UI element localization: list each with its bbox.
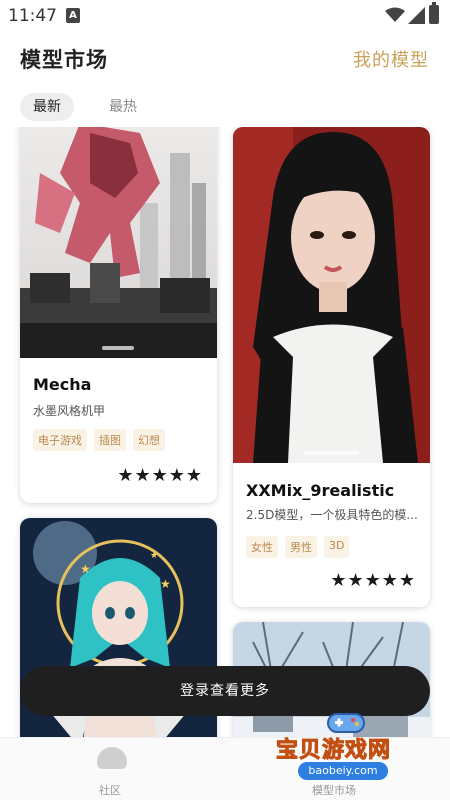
tab-hot[interactable]: 最热	[96, 93, 150, 121]
tag: 幻想	[133, 429, 165, 451]
image-indicator	[102, 346, 134, 350]
card-image	[233, 127, 430, 463]
my-models-button[interactable]: 我的模型	[353, 46, 429, 72]
image-indicator	[303, 451, 359, 455]
battery-icon	[429, 2, 439, 24]
model-name: Mecha	[33, 375, 92, 394]
watermark-logo: 宝贝游戏网 baobeiy.com	[275, 706, 416, 786]
card-image	[20, 127, 217, 358]
watermark-url: baobeiy.com	[298, 762, 388, 780]
tag: 男性	[285, 536, 317, 558]
notification-icon: A	[66, 8, 80, 23]
status-bar: 11:47 A	[0, 0, 450, 32]
page-title: 模型市场	[20, 48, 108, 72]
model-card-xxmix[interactable]: XXMix_9realistic 2.5D模型，一个极具特色的模... 女性 男…	[233, 127, 430, 607]
community-icon[interactable]	[97, 747, 127, 769]
screen: 11:47 A 模型市场 我的模型 最新 最热 Mecha 水墨风格机甲 电子游…	[0, 0, 450, 800]
rating-stars: ★★★★★	[330, 570, 416, 591]
mecha-image	[20, 127, 217, 358]
model-card-mecha[interactable]: Mecha 水墨风格机甲 电子游戏 插图 幻想 ★★★★★	[20, 127, 217, 503]
model-description: 2.5D模型，一个极具特色的模...	[246, 508, 418, 522]
svg-text:★: ★	[150, 551, 158, 561]
model-tags: 女性 男性 3D	[246, 536, 350, 558]
tag: 电子游戏	[33, 429, 87, 451]
rating-stars: ★★★★★	[117, 465, 203, 486]
model-name: XXMix_9realistic	[246, 481, 395, 500]
model-tags: 电子游戏 插图 幻想	[33, 429, 165, 451]
tab-latest[interactable]: 最新	[20, 93, 74, 121]
svg-text:★: ★	[160, 577, 171, 591]
model-description: 水墨风格机甲	[33, 404, 106, 418]
tag: 女性	[246, 536, 278, 558]
portrait-image	[233, 127, 430, 463]
svg-text:★: ★	[80, 562, 91, 576]
tag: 3D	[324, 536, 350, 558]
wifi-icon	[385, 7, 405, 22]
model-feed[interactable]: Mecha 水墨风格机甲 电子游戏 插图 幻想 ★★★★★ XXMix_9rea…	[0, 127, 450, 737]
tag: 插图	[94, 429, 126, 451]
watermark-text: 宝贝游戏网	[275, 738, 392, 764]
signal-icon	[408, 7, 425, 24]
status-time: 11:47	[8, 6, 57, 26]
nav-item-community[interactable]: 社区	[99, 782, 121, 798]
